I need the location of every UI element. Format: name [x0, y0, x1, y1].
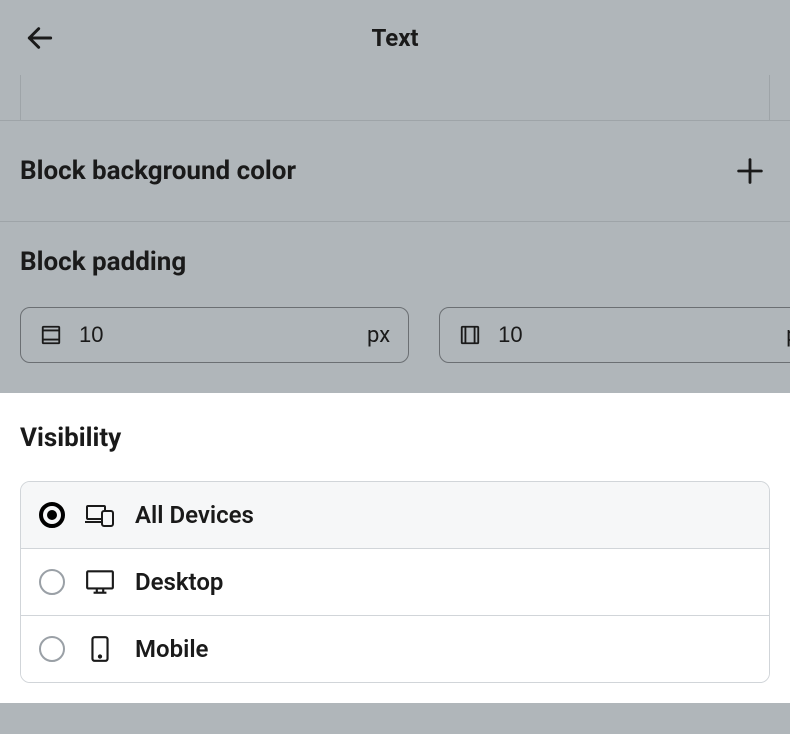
- radio-icon: [39, 636, 65, 662]
- visibility-option-label: Mobile: [135, 635, 208, 663]
- block-bg-color-label: Block background color: [20, 156, 296, 186]
- header: Text: [0, 0, 790, 75]
- padding-vertical-unit: px: [367, 323, 390, 348]
- block-padding-section: Block padding px px: [0, 221, 790, 393]
- add-color-button[interactable]: [730, 151, 770, 191]
- block-padding-label: Block padding: [20, 247, 770, 277]
- padding-horizontal-field[interactable]: px: [439, 307, 790, 363]
- plus-icon: [733, 154, 767, 188]
- block-bg-color-section: Block background color: [0, 120, 790, 221]
- padding-vertical-input[interactable]: [79, 322, 367, 348]
- radio-icon: [39, 569, 65, 595]
- padding-vertical-field[interactable]: px: [20, 307, 409, 363]
- visibility-option-label: Desktop: [135, 568, 223, 596]
- padding-horizontal-unit: px: [786, 323, 790, 348]
- visibility-option-desktop[interactable]: Desktop: [21, 548, 769, 615]
- page-title: Text: [371, 24, 418, 52]
- mobile-icon: [85, 634, 115, 664]
- visibility-label: Visibility: [20, 423, 770, 453]
- visibility-option-mobile[interactable]: Mobile: [21, 615, 769, 682]
- visibility-option-label: All Devices: [135, 501, 254, 529]
- back-button[interactable]: [20, 18, 60, 58]
- desktop-icon: [85, 567, 115, 597]
- padding-vertical-icon: [39, 323, 63, 347]
- padding-horizontal-icon: [458, 323, 482, 347]
- visibility-option-all-devices[interactable]: All Devices: [21, 482, 769, 548]
- arrow-left-icon: [24, 22, 56, 54]
- radio-icon: [39, 502, 65, 528]
- all-devices-icon: [85, 500, 115, 530]
- padding-horizontal-input[interactable]: [498, 322, 786, 348]
- visibility-radio-group: All Devices Desktop Mobi: [20, 481, 770, 683]
- visibility-section: Visibility All Devices: [0, 393, 790, 703]
- spacer: [20, 75, 770, 120]
